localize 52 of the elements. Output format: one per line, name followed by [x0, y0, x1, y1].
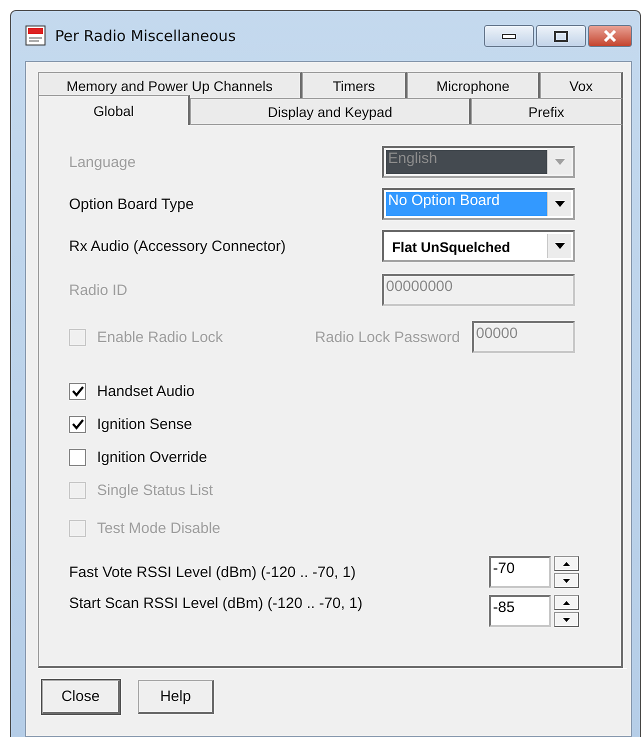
checkbox-label: Enable Radio Lock — [97, 328, 224, 346]
tab[interactable]: Timers — [302, 72, 407, 98]
tab[interactable]: Memory and Power Up Channels — [38, 72, 302, 98]
up-arrow-icon — [563, 600, 570, 604]
checkmark-icon — [72, 386, 84, 397]
tab[interactable]: Display and Keypad — [190, 98, 471, 124]
document-icon — [25, 25, 47, 47]
dropdown-value: No Option Board — [388, 192, 500, 209]
checkmark-icon — [72, 419, 84, 430]
checkbox-label: Ignition Sense — [97, 416, 194, 433]
dialog-button[interactable]: Close — [42, 680, 120, 714]
down-arrow-icon — [563, 578, 570, 582]
dialog-button[interactable]: Help — [138, 680, 214, 714]
tab[interactable]: Global — [38, 95, 190, 125]
minimize-button[interactable] — [484, 25, 534, 47]
tab[interactable]: Prefix — [470, 98, 623, 124]
close-button[interactable] — [588, 25, 632, 47]
number-field[interactable]: -85 — [489, 595, 551, 627]
checkbox[interactable] — [69, 416, 86, 433]
tab[interactable]: Microphone — [406, 72, 540, 98]
dropdown-arrow-icon — [554, 159, 564, 165]
window-title: Per Radio Miscellaneous — [55, 27, 237, 45]
spinner-label: Fast Vote RSSI Level (dBm) (-120 .. -70, 1) — [69, 564, 357, 580]
field-label: Rx Audio (Accessory Connector) — [69, 238, 287, 254]
dropdown-arrow-icon — [554, 243, 564, 249]
minimize-icon — [502, 34, 516, 38]
dropdown-value: English — [388, 150, 438, 167]
checkbox-label: Single Status List — [97, 482, 214, 499]
close-icon — [603, 30, 617, 42]
checkbox-label: Handset Audio — [97, 383, 196, 400]
maximize-icon — [554, 30, 568, 42]
dropdown-arrow-icon — [554, 201, 564, 207]
field-label: Radio Lock Password — [314, 328, 461, 346]
checkbox-label: Ignition Override — [97, 449, 208, 466]
spin-up-button[interactable] — [554, 556, 579, 571]
field-label: Radio ID — [69, 282, 128, 298]
checkbox-label: Test Mode Disable — [97, 520, 222, 536]
spin-down-button[interactable] — [554, 612, 579, 627]
down-arrow-icon — [563, 618, 570, 622]
tab[interactable]: Vox — [540, 72, 623, 98]
spin-up-button[interactable] — [554, 595, 579, 610]
spin-down-button[interactable] — [554, 573, 579, 588]
checkbox[interactable] — [69, 449, 86, 466]
field-label: Language — [69, 154, 137, 170]
dropdown-field[interactable]: Flat UnSquelched — [382, 230, 575, 262]
spinner-label: Start Scan RSSI Level (dBm) (-120 .. -70, 1) — [69, 595, 364, 612]
field-label: Option Board Type — [69, 196, 195, 212]
dropdown-value: Flat UnSquelched — [392, 239, 510, 255]
number-field[interactable]: -70 — [489, 556, 551, 588]
checkbox[interactable] — [69, 383, 86, 400]
maximize-button[interactable] — [536, 25, 586, 47]
up-arrow-icon — [563, 562, 570, 566]
